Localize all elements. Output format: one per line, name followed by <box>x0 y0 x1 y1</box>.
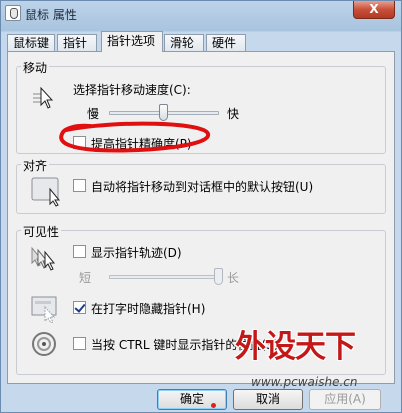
ctrl-location-checkbox[interactable] <box>73 337 86 350</box>
trails-checkbox[interactable] <box>73 245 86 258</box>
motion-group-label: 移动 <box>21 59 50 76</box>
mouse-icon <box>5 5 21 21</box>
close-button[interactable]: X <box>353 1 395 19</box>
window-title: 鼠标 属性 <box>25 8 77 22</box>
hide-pointer-icon <box>31 296 57 323</box>
tab-buttons[interactable]: 鼠标键 <box>7 34 55 52</box>
hide-while-typing-checkbox[interactable] <box>73 301 86 314</box>
annotation-dot <box>211 403 216 408</box>
snap-to-icon <box>31 177 61 207</box>
trails-slider-track[interactable] <box>109 275 219 279</box>
trails-label: 显示指针轨迹(D) <box>91 246 182 260</box>
title-bar[interactable]: 鼠标 属性 X <box>1 1 401 27</box>
hide-while-typing-label: 在打字时隐藏指针(H) <box>91 302 206 316</box>
tab-pointer-options[interactable]: 指针选项 <box>101 31 163 52</box>
speed-label: 选择指针移动速度(C): <box>73 83 191 97</box>
snap-to-checkbox[interactable] <box>73 179 86 192</box>
tab-pointers[interactable]: 指针 <box>57 34 97 52</box>
tab-hardware[interactable]: 硬件 <box>206 34 246 52</box>
trails-slider-thumb[interactable] <box>214 268 223 285</box>
watermark-url: www.pcwaishe.cn <box>251 375 358 389</box>
short-label: 短 <box>79 271 92 285</box>
visibility-group-label: 可见性 <box>21 223 62 240</box>
snap-group: 对齐 自动将指针移动到对话框中的默认按钮(U) <box>16 157 386 214</box>
pointer-trails-icon <box>31 246 56 271</box>
mouse-properties-window: 鼠标 属性 X 鼠标键 指针 指针选项 滑轮 硬件 移动 选择指针移动速度(C)… <box>0 0 402 413</box>
watermark-logo-text: 外设天下 <box>235 329 356 365</box>
fast-label: 快 <box>227 107 240 121</box>
show-location-icon <box>32 332 56 356</box>
annotation-ellipse <box>59 121 210 153</box>
tab-wheel[interactable]: 滑轮 <box>164 34 204 52</box>
ok-button[interactable]: 确定 <box>157 389 227 410</box>
snap-group-label: 对齐 <box>21 157 50 174</box>
snap-to-label: 自动将指针移动到对话框中的默认按钮(U) <box>91 180 314 194</box>
pointer-speed-icon <box>33 86 54 109</box>
long-label: 长 <box>227 271 240 285</box>
site-watermark: 外设天下 www.pcwaishe.cn <box>235 321 385 405</box>
speed-slider-thumb[interactable] <box>159 104 168 121</box>
